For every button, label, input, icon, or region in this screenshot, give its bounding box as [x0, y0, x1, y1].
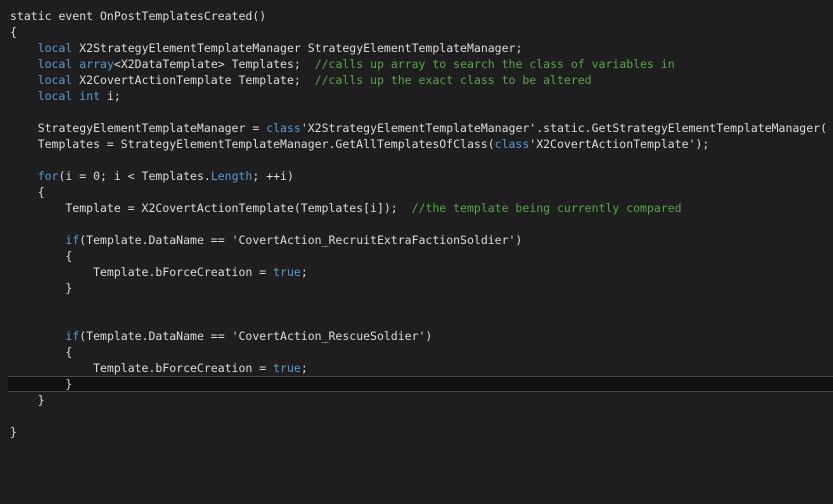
code-line[interactable] [10, 216, 833, 232]
code-token: } [10, 425, 17, 439]
code-token: Templates = StrategyElementTemplateManag… [10, 137, 495, 151]
code-line[interactable]: { [10, 184, 833, 200]
code-line[interactable]: if(Template.DataName == 'CovertAction_Re… [10, 328, 833, 344]
code-line[interactable]: Template = X2CovertActionTemplate(Templa… [10, 200, 833, 216]
current-code-line[interactable]: } [8, 376, 833, 392]
code-text-area[interactable]: static event OnPostTemplatesCreated() { l… [8, 8, 833, 440]
keyword-token: array [79, 57, 114, 71]
code-line[interactable]: } [10, 280, 833, 296]
code-token: Template.bForceCreation = [10, 361, 274, 375]
code-line[interactable]: { [10, 344, 833, 360]
keyword-token: true [273, 265, 301, 279]
keyword-token: int [79, 89, 101, 103]
code-token: X2StrategyElementTemplateManager Strateg… [72, 41, 523, 55]
keyword-token: if [65, 233, 80, 247]
code-token: ; [300, 265, 308, 279]
code-token: } [10, 377, 73, 391]
code-line[interactable]: local X2CovertActionTemplate Template; /… [10, 72, 833, 88]
keyword-token: local [37, 73, 73, 87]
code-token: ; [300, 361, 308, 375]
code-token: 'X2StrategyElementTemplateManager'.stati… [300, 121, 828, 135]
code-token: <X2DataTemplate> Templates; [113, 57, 315, 71]
keyword-token: local [37, 89, 73, 103]
keyword-token: true [273, 361, 301, 375]
code-token: Template.bForceCreation = [10, 265, 274, 279]
code-line[interactable] [10, 296, 833, 312]
keyword-token: if [65, 329, 80, 343]
code-line[interactable]: } [10, 392, 833, 408]
code-line[interactable]: } [10, 424, 833, 440]
keyword-token: local [37, 41, 73, 55]
code-line[interactable]: local array<X2DataTemplate> Templates; /… [10, 56, 833, 72]
code-token: } [10, 281, 73, 295]
code-token: static event OnPostTemplatesCreated() [10, 9, 267, 23]
code-line[interactable]: if(Template.DataName == 'CovertAction_Re… [10, 232, 833, 248]
keyword-token: class [494, 137, 530, 151]
code-line[interactable]: { [10, 24, 833, 40]
code-line[interactable]: Templates = StrategyElementTemplateManag… [10, 136, 833, 152]
keyword-token: local [37, 57, 73, 71]
code-token: { [10, 249, 73, 263]
keyword-token: Length [210, 169, 253, 183]
comment-token: //calls up the exact class to be altered [314, 73, 592, 87]
code-token: } [10, 393, 45, 407]
code-token: i; [100, 89, 121, 103]
code-token: { [10, 345, 73, 359]
code-token: 'X2CovertActionTemplate'); [529, 137, 710, 151]
code-token: X2CovertActionTemplate Template; [72, 73, 315, 87]
code-token: ; ++i) [252, 169, 294, 183]
code-line[interactable]: Template.bForceCreation = true; [10, 360, 833, 376]
code-line[interactable]: Template.bForceCreation = true; [10, 264, 833, 280]
code-line[interactable]: { [10, 248, 833, 264]
code-token: Template = X2CovertActionTemplate(Templa… [10, 201, 412, 215]
code-line[interactable]: local X2StrategyElementTemplateManager S… [10, 40, 833, 56]
code-line[interactable] [10, 152, 833, 168]
comment-token: //the template being currently compared [411, 201, 682, 215]
code-token: (Template.DataName == 'CovertAction_Recr… [79, 233, 523, 247]
code-editor[interactable]: static event OnPostTemplatesCreated() { l… [0, 0, 833, 504]
comment-token: //calls up array to search the class of … [314, 57, 675, 71]
code-line[interactable]: StrategyElementTemplateManager = class'X… [10, 120, 833, 136]
code-token: { [10, 25, 17, 39]
code-token: (Template.DataName == 'CovertAction_Resc… [79, 329, 433, 343]
code-line[interactable]: local int i; [10, 88, 833, 104]
code-token: { [10, 185, 45, 199]
keyword-token: for [37, 169, 59, 183]
keyword-token: class [266, 121, 301, 135]
code-line[interactable] [10, 408, 833, 424]
code-line[interactable] [10, 312, 833, 328]
code-token: (i = 0; i < Templates. [58, 169, 211, 183]
code-line[interactable]: static event OnPostTemplatesCreated() [10, 8, 833, 24]
code-line[interactable]: for(i = 0; i < Templates.Length; ++i) [10, 168, 833, 184]
code-line[interactable] [10, 104, 833, 120]
code-token: StrategyElementTemplateManager = [10, 121, 267, 135]
